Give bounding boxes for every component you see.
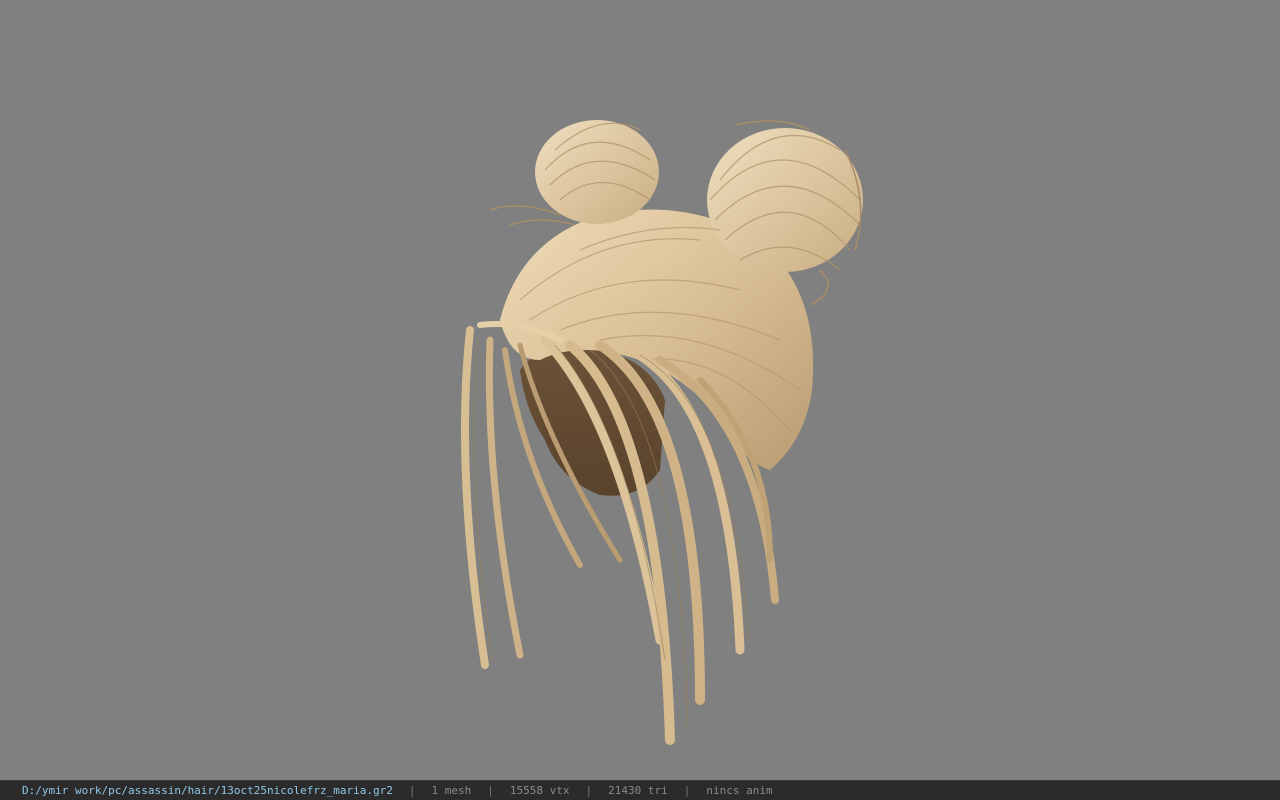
file-path: D:/ymir work/pc/assassin/hair/13oct25nic… [22,784,393,797]
anim-status: nincs anim [706,784,773,797]
status-separator: | [487,784,494,797]
status-separator: | [585,784,593,797]
hair-model-render [461,120,863,745]
status-separator: | [683,784,691,797]
status-separator: | [408,784,416,797]
status-bar: D:/ymir work/pc/assassin/hair/13oct25nic… [0,780,1280,800]
triangle-count: 21430 tri [608,784,668,797]
3d-viewport[interactable] [0,0,1280,780]
vertex-count: 15558 vtx [509,784,570,797]
mesh-count: 1 mesh [431,784,472,797]
